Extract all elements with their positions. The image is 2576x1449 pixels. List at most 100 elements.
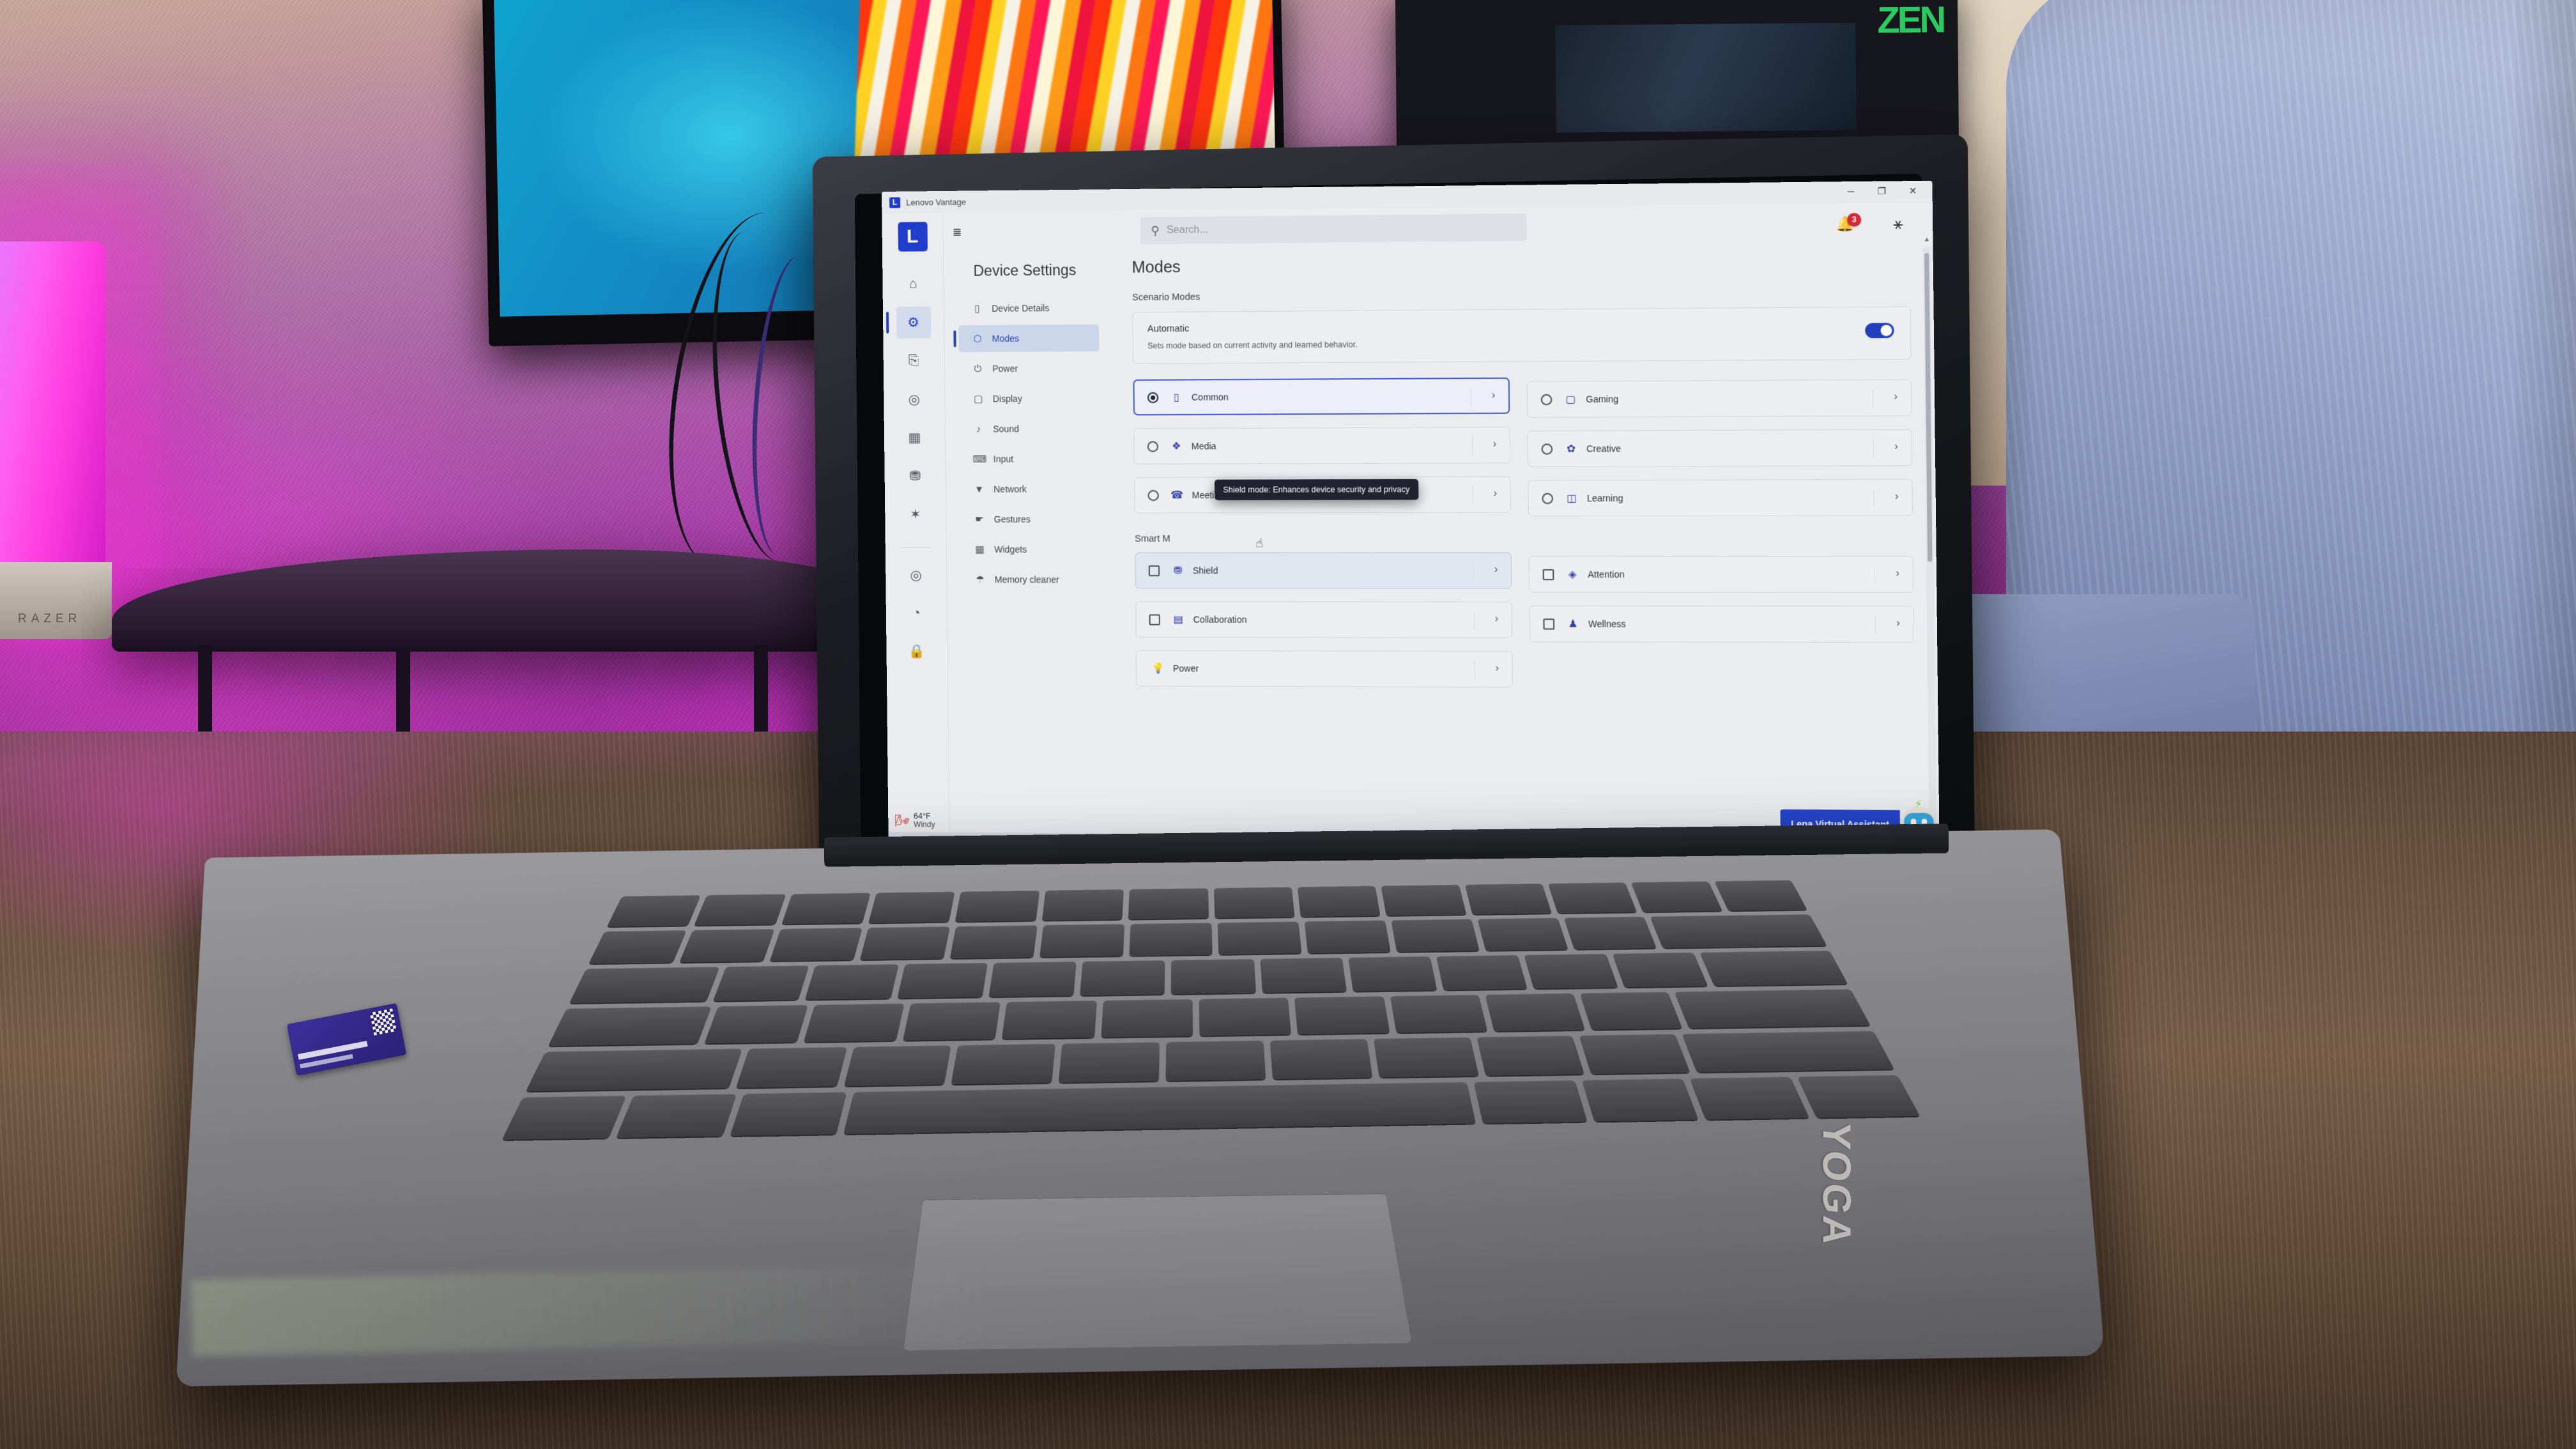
scroll-up-arrow[interactable]: ▲: [1924, 236, 1931, 243]
sidebar-item-widgets[interactable]: ▦ Widgets: [961, 536, 1101, 563]
monitor-icon: ▢: [973, 394, 983, 405]
divider: [1873, 489, 1874, 508]
weather-widget[interactable]: 🌬 64°F Windy: [894, 811, 935, 830]
gamepad-icon: ▢: [1565, 394, 1576, 406]
mode-card-collaboration[interactable]: ▤ Collaboration ›: [1135, 601, 1513, 638]
sidebar-item-label: Gestures: [993, 514, 1031, 525]
sidebar-item-sound[interactable]: ♪ Sound: [960, 415, 1100, 443]
shield-icon: ⛃: [909, 468, 921, 484]
rail-item-smart-features[interactable]: ✶: [898, 498, 933, 530]
sidebar-item-label: Display: [992, 393, 1023, 404]
sidebar-item-gestures[interactable]: ☛ Gestures: [960, 505, 1101, 533]
mode-card-gaming[interactable]: ▢ Gaming ›: [1526, 379, 1912, 418]
mode-card-creative[interactable]: ✿ Creative ›: [1527, 429, 1913, 468]
lenovo-logo-icon: L: [889, 197, 901, 208]
sidebar-item-input[interactable]: ⌨ Input: [960, 445, 1100, 473]
maximize-button[interactable]: ❐: [1866, 181, 1897, 203]
rail-item-updates[interactable]: ⎘: [896, 345, 931, 377]
rail-item-performance[interactable]: ◔: [899, 597, 934, 629]
checkbox-attention[interactable]: [1542, 569, 1554, 580]
sidebar-item-device-details[interactable]: ▯ Device Details: [958, 294, 1099, 322]
divider: [1874, 565, 1876, 585]
hamburger-menu-icon[interactable]: ≣: [949, 224, 965, 241]
rail-divider: [901, 546, 931, 548]
notification-badge: 3: [1846, 213, 1862, 227]
mode-label: Gaming: [1586, 394, 1619, 404]
sidebar-item-modes[interactable]: ⬡ Modes: [958, 324, 1100, 353]
sidebar-item-label: Sound: [993, 424, 1020, 434]
book-icon: ◫: [1567, 493, 1577, 504]
chevron-right-icon[interactable]: ›: [1894, 391, 1897, 403]
rail-item-security[interactable]: ⛃: [898, 460, 933, 492]
chevron-right-icon[interactable]: ›: [1896, 618, 1900, 630]
sidebar-item-display[interactable]: ▢ Display: [959, 385, 1100, 412]
notifications-button[interactable]: 🔔 3: [1836, 213, 1862, 238]
radio-creative[interactable]: [1541, 443, 1553, 455]
sidebar-item-label: Modes: [992, 333, 1020, 344]
sticker-line: [297, 1041, 368, 1060]
shield-check-icon: ⛃: [1173, 565, 1183, 577]
search-placeholder: Search...: [1166, 224, 1209, 236]
close-button[interactable]: ✕: [1897, 181, 1928, 202]
window-title: Lenovo Vantage: [906, 197, 967, 208]
mode-card-common[interactable]: ▯ Common ›: [1133, 377, 1510, 416]
mode-card-shield[interactable]: ⛃ Shield ›: [1135, 552, 1512, 589]
mode-card-media[interactable]: ❖ Media ›: [1133, 427, 1511, 464]
automatic-title: Automatic: [1147, 323, 1190, 335]
rail-item-my-apps[interactable]: ▦: [897, 422, 932, 454]
sidebar-item-label: Input: [993, 454, 1014, 464]
radio-meeting[interactable]: [1147, 489, 1159, 501]
chevron-right-icon[interactable]: ›: [1895, 491, 1899, 503]
chevron-right-icon[interactable]: ›: [1494, 564, 1498, 576]
mode-card-learning[interactable]: ◫ Learning ›: [1528, 479, 1913, 517]
weather-condition: Windy: [914, 820, 935, 830]
lightbulb-icon: 💡: [1151, 663, 1165, 675]
divider: [1873, 439, 1874, 458]
checkbox-wellness[interactable]: [1543, 618, 1555, 630]
minimize-button[interactable]: ─: [1836, 181, 1867, 203]
checkbox-shield[interactable]: [1148, 565, 1160, 576]
rail-item-home[interactable]: ⌂: [896, 268, 931, 300]
chevron-right-icon[interactable]: ›: [1894, 441, 1898, 453]
palette-icon: ✿: [1567, 443, 1576, 455]
rail-item-device-settings[interactable]: ⚙: [896, 306, 931, 339]
radio-media[interactable]: [1147, 440, 1159, 452]
mode-card-attention[interactable]: ◈ Attention ›: [1528, 556, 1914, 593]
divider: [1473, 562, 1475, 581]
account-button[interactable]: ⚹: [1893, 215, 1903, 234]
sidebar-item-label: Memory cleaner: [994, 574, 1059, 585]
chevron-right-icon[interactable]: ›: [1493, 438, 1497, 450]
search-input[interactable]: ⚲ Search...: [1140, 213, 1527, 245]
sidebar-item-power[interactable]: ⏻ Power: [959, 355, 1100, 382]
device-settings-sidebar: Device Settings ▯ Device Details ⬡ Modes…: [944, 250, 1112, 871]
automatic-description: Sets mode based on current activity and …: [1147, 340, 1358, 351]
rail-item-support[interactable]: ◎: [897, 383, 932, 415]
weather-temperature: 64°F: [914, 811, 931, 821]
sidebar-item-memory-cleaner[interactable]: ☂ Memory cleaner: [961, 566, 1101, 593]
divider: [1471, 436, 1473, 456]
chevron-right-icon[interactable]: ›: [1493, 488, 1497, 500]
chevron-right-icon[interactable]: ›: [1896, 568, 1899, 580]
automatic-toggle[interactable]: [1865, 323, 1894, 339]
chevron-right-icon[interactable]: ›: [1492, 390, 1496, 401]
lenovo-rail-logo[interactable]: L: [897, 222, 928, 252]
window-controls: ─ ❐ ✕: [1836, 181, 1929, 203]
mode-label: Media: [1191, 441, 1216, 452]
sidebar-item-label: Power: [992, 363, 1018, 374]
windy-icon: 🌬: [894, 813, 910, 827]
rail-item-privacy-guard[interactable]: ◎: [899, 559, 934, 591]
radio-learning[interactable]: [1542, 493, 1554, 504]
sidebar-item-network[interactable]: ▼ Network: [960, 475, 1101, 503]
page-title: Modes: [1131, 257, 1181, 277]
chevron-right-icon[interactable]: ›: [1495, 663, 1499, 674]
mode-card-power[interactable]: 💡 Power ›: [1135, 650, 1513, 688]
mode-label: Wellness: [1588, 618, 1626, 629]
rail-item-lock[interactable]: 🔒: [900, 636, 935, 668]
laptop-icon: ▯: [974, 303, 980, 314]
radio-gaming[interactable]: [1540, 394, 1552, 405]
radio-common[interactable]: [1147, 392, 1159, 403]
checkbox-collaboration[interactable]: [1149, 613, 1160, 625]
mode-label: Attention: [1588, 569, 1625, 580]
mode-card-wellness[interactable]: ♟ Wellness ›: [1529, 605, 1915, 643]
chevron-right-icon[interactable]: ›: [1495, 613, 1499, 625]
